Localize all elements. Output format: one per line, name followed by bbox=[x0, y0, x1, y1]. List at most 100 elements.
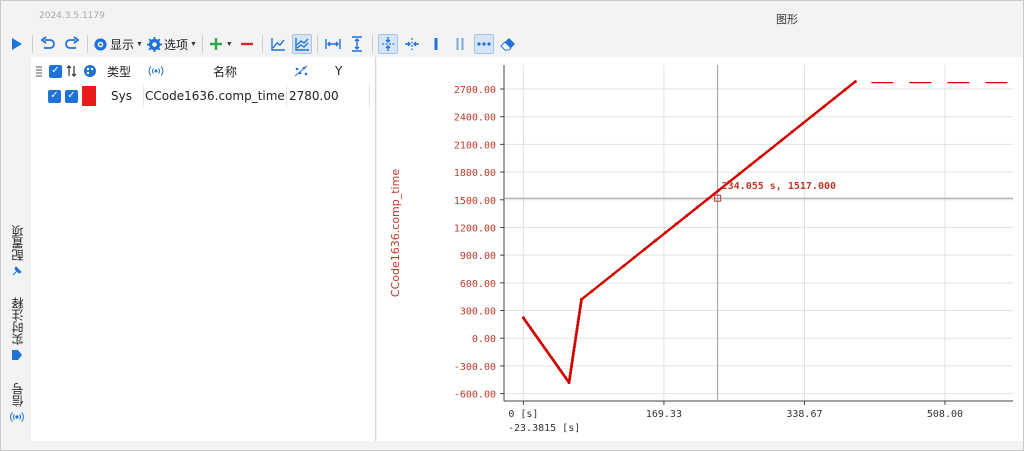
signal-color-swatch[interactable] bbox=[82, 85, 96, 107]
y-tick-label: 0.00 bbox=[472, 334, 496, 345]
clear-button[interactable] bbox=[498, 34, 518, 54]
add-signal-button[interactable]: ▼ bbox=[208, 34, 233, 54]
table-row[interactable]: ✓ ✓ Sys CCode1636.comp_time 2780.00 bbox=[31, 85, 376, 107]
series-point bbox=[560, 371, 564, 375]
display-icon bbox=[94, 37, 107, 51]
signal-table-header: ✓ 类型 名称 Y bbox=[31, 59, 376, 83]
multi-line-chart-icon bbox=[295, 38, 309, 51]
eraser-icon bbox=[500, 38, 515, 51]
tab-config[interactable]: 配置项 bbox=[6, 225, 28, 277]
tab-annotation-label: 实时注释 bbox=[10, 297, 25, 345]
multi-axis-button[interactable] bbox=[291, 34, 312, 54]
toolbar-separator bbox=[201, 35, 203, 53]
series-point bbox=[555, 363, 559, 367]
series-point bbox=[521, 316, 525, 320]
play-icon bbox=[12, 38, 22, 50]
column-header-type[interactable]: 类型 bbox=[107, 60, 131, 82]
series-point bbox=[578, 307, 582, 311]
series-point bbox=[643, 247, 647, 251]
toolbar-separator bbox=[261, 35, 263, 53]
toolbar-separator bbox=[32, 35, 33, 53]
series-point bbox=[532, 331, 536, 335]
chart-svg[interactable]: -600.00 -300.00 0.00 300.00 600.00 900.00 1200… bbox=[377, 57, 1023, 441]
y-tick-label: 1800.00 bbox=[454, 168, 496, 179]
options-menu-button[interactable]: 选项 ▼ bbox=[146, 34, 197, 54]
y-tick-label: 2700.00 bbox=[454, 85, 496, 96]
series-point bbox=[564, 376, 568, 380]
signal-name: CCode1636.comp_time bbox=[145, 89, 285, 103]
series-point bbox=[549, 356, 553, 360]
zoom-in-y-button[interactable] bbox=[377, 34, 398, 54]
series-point bbox=[539, 341, 543, 345]
series-point bbox=[570, 358, 574, 362]
remove-signal-button[interactable] bbox=[237, 34, 257, 54]
palette-icon[interactable] bbox=[83, 60, 97, 82]
zoom-in-x-button[interactable] bbox=[402, 34, 422, 54]
series-point bbox=[575, 326, 579, 330]
series-point bbox=[523, 318, 527, 322]
single-cursor-button[interactable] bbox=[426, 34, 446, 54]
tab-config-label: 配置项 bbox=[10, 225, 25, 261]
tab-signal[interactable]: 信号 bbox=[6, 383, 28, 423]
series-point bbox=[546, 351, 550, 355]
scatter-icon bbox=[293, 60, 309, 82]
series-point bbox=[622, 264, 626, 268]
sort-icon[interactable] bbox=[66, 60, 78, 82]
undo-icon bbox=[40, 36, 55, 49]
series-point bbox=[573, 339, 577, 343]
series-point bbox=[579, 301, 583, 305]
column-header-y[interactable]: Y bbox=[335, 60, 342, 82]
series-point bbox=[674, 222, 678, 226]
series-point bbox=[530, 328, 534, 332]
display-menu-button[interactable]: 显示 ▼ bbox=[93, 34, 143, 54]
series-point bbox=[571, 352, 575, 356]
chevron-down-icon: ▼ bbox=[136, 40, 143, 48]
broadcast-icon bbox=[10, 412, 24, 422]
series-point bbox=[706, 197, 710, 201]
more-button[interactable] bbox=[473, 34, 494, 54]
series-point bbox=[574, 333, 578, 337]
series-point bbox=[553, 361, 557, 365]
series-point bbox=[811, 113, 815, 117]
graph-title: 图形 bbox=[776, 13, 798, 26]
fit-y-button[interactable] bbox=[347, 34, 367, 54]
display-menu-label: 显示 bbox=[110, 37, 135, 52]
series-point bbox=[577, 317, 581, 321]
series-point bbox=[801, 122, 805, 126]
zoom-vertical-icon bbox=[381, 37, 394, 51]
column-header-name[interactable]: 名称 bbox=[213, 60, 237, 82]
row-visible-checkbox[interactable]: ✓ bbox=[48, 85, 61, 107]
single-axis-button[interactable] bbox=[268, 34, 288, 54]
series-point bbox=[653, 239, 657, 243]
toolbar-separator bbox=[87, 35, 88, 53]
x-tick-label: 338.67 bbox=[786, 409, 822, 420]
toolbar: 显示 ▼ 选项 ▼ ▼ bbox=[1, 32, 1023, 56]
y-tick-label: 300.00 bbox=[460, 307, 496, 318]
x-tick-label: 169.33 bbox=[646, 409, 682, 420]
double-cursor-button[interactable] bbox=[450, 34, 470, 54]
x-tick-label: 0 [s] bbox=[508, 409, 538, 420]
series-point bbox=[573, 342, 577, 346]
x-origin-label: -23.3815 [s] bbox=[508, 423, 580, 434]
series-point bbox=[574, 336, 578, 340]
series-point bbox=[567, 381, 571, 385]
series-point bbox=[569, 368, 573, 372]
y-tick-label: -300.00 bbox=[454, 362, 496, 373]
series-point bbox=[548, 353, 552, 357]
undo-button[interactable] bbox=[38, 34, 58, 54]
run-button[interactable] bbox=[7, 34, 27, 54]
column-divider bbox=[143, 85, 144, 107]
column-divider bbox=[369, 85, 370, 107]
y-tick-label: 1500.00 bbox=[454, 196, 496, 207]
minus-icon bbox=[240, 42, 253, 46]
redo-button[interactable] bbox=[62, 34, 82, 54]
fit-x-button[interactable] bbox=[323, 34, 343, 54]
series-point bbox=[843, 88, 847, 92]
plot-area[interactable]: -600.00 -300.00 0.00 300.00 600.00 900.00 1200… bbox=[377, 57, 1023, 441]
series-point bbox=[737, 172, 741, 176]
select-all-checkbox[interactable]: ✓ bbox=[49, 60, 62, 82]
tab-annotation[interactable]: 实时注释 bbox=[6, 297, 28, 361]
signal-y-value: 2780.00 bbox=[289, 89, 339, 103]
row-axis-checkbox[interactable]: ✓ bbox=[65, 85, 78, 107]
row-menu-icon[interactable] bbox=[35, 60, 43, 82]
